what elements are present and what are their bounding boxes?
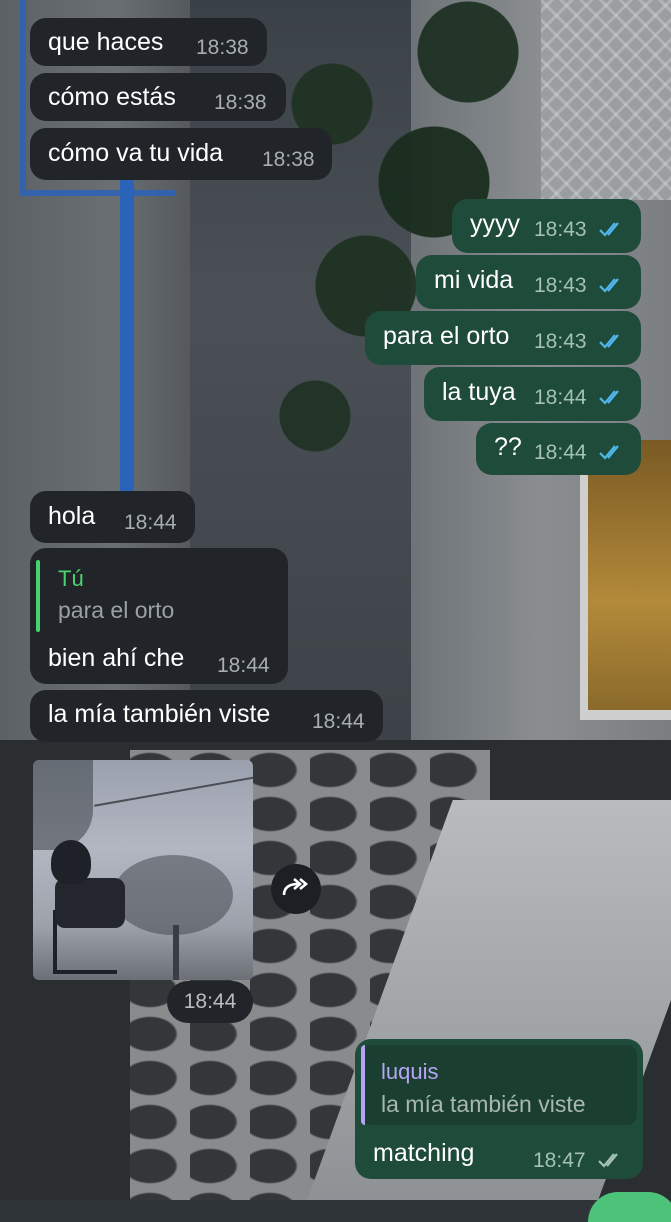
message-text: hola [48, 502, 96, 530]
message-incoming[interactable]: hola 18:44 [30, 491, 195, 543]
reply-accent-bar [361, 1045, 365, 1125]
double-check-icon [598, 332, 626, 350]
message-time: 18:44 [124, 511, 177, 534]
forward-button[interactable] [271, 864, 321, 914]
message-outgoing[interactable]: para el orto 18:43 [365, 311, 641, 365]
message-outgoing[interactable]: ?? 18:44 [476, 423, 641, 475]
message-time: 18:44 [534, 441, 587, 464]
double-check-icon [598, 388, 626, 406]
reply-text: la mía también viste [381, 1091, 586, 1117]
photo-power-line [94, 775, 253, 807]
message-incoming[interactable]: cómo va tu vida 18:38 [30, 128, 332, 180]
message-text: ?? [494, 433, 522, 461]
reply-sender: luquis [381, 1059, 439, 1084]
message-text: bien ahí che [48, 644, 185, 672]
message-outgoing[interactable]: la tuya 18:44 [424, 367, 641, 421]
message-text: la mía también viste [48, 700, 271, 728]
message-time: 18:38 [214, 91, 267, 114]
message-time: 18:44 [534, 386, 587, 409]
message-text: para el orto [383, 322, 510, 350]
forward-icon [282, 877, 310, 902]
message-text: cómo va tu vida [48, 139, 224, 167]
message-text: matching [373, 1139, 475, 1167]
image-message-photo[interactable] [33, 760, 253, 980]
message-time: 18:47 [533, 1149, 586, 1172]
message-time: 18:38 [196, 36, 249, 59]
message-time: 18:38 [262, 148, 315, 171]
message-incoming[interactable]: que haces 18:38 [30, 18, 267, 66]
message-incoming-reply[interactable]: Tú para el orto bien ahí che 18:44 [30, 548, 288, 684]
message-text: la tuya [442, 378, 516, 406]
message-time: 18:43 [534, 218, 587, 241]
photo-hooded-head [51, 840, 91, 884]
message-time: 18:44 [217, 654, 270, 677]
reply-quote[interactable]: Tú para el orto [30, 548, 288, 632]
chat-area[interactable]: que haces 18:38 cómo estás 18:38 cómo va… [0, 0, 671, 1222]
double-check-icon [598, 443, 626, 461]
photo-foggy-tree [113, 855, 233, 935]
message-text: mi vida [434, 266, 514, 294]
double-check-icon [598, 220, 626, 238]
message-time: 18:44 [312, 710, 365, 733]
message-outgoing[interactable]: yyyy 18:43 [452, 199, 641, 253]
photo-tree-trunk [173, 925, 179, 980]
reply-sender: Tú [58, 566, 84, 591]
photo-tree-silhouette [33, 760, 93, 850]
message-time: 18:43 [534, 274, 587, 297]
message-time: 18:43 [534, 330, 587, 353]
message-outgoing-reply[interactable]: luquis la mía también viste matching 18:… [355, 1039, 643, 1179]
scroll-down-button[interactable] [588, 1192, 671, 1222]
image-message-time: 18:44 [167, 981, 253, 1023]
message-incoming[interactable]: cómo estás 18:38 [30, 73, 286, 121]
reply-accent-bar [36, 560, 40, 632]
message-text: yyyy [470, 210, 520, 238]
message-text: cómo estás [48, 83, 176, 111]
reply-quote[interactable]: luquis la mía también viste [361, 1045, 637, 1125]
message-incoming[interactable]: la mía también viste 18:44 [30, 690, 383, 742]
double-check-icon [597, 1151, 625, 1169]
reply-text: para el orto [58, 597, 175, 623]
message-outgoing[interactable]: mi vida 18:43 [416, 255, 641, 309]
photo-seated-figure [55, 878, 125, 928]
message-text: que haces [48, 28, 164, 56]
double-check-icon [598, 276, 626, 294]
